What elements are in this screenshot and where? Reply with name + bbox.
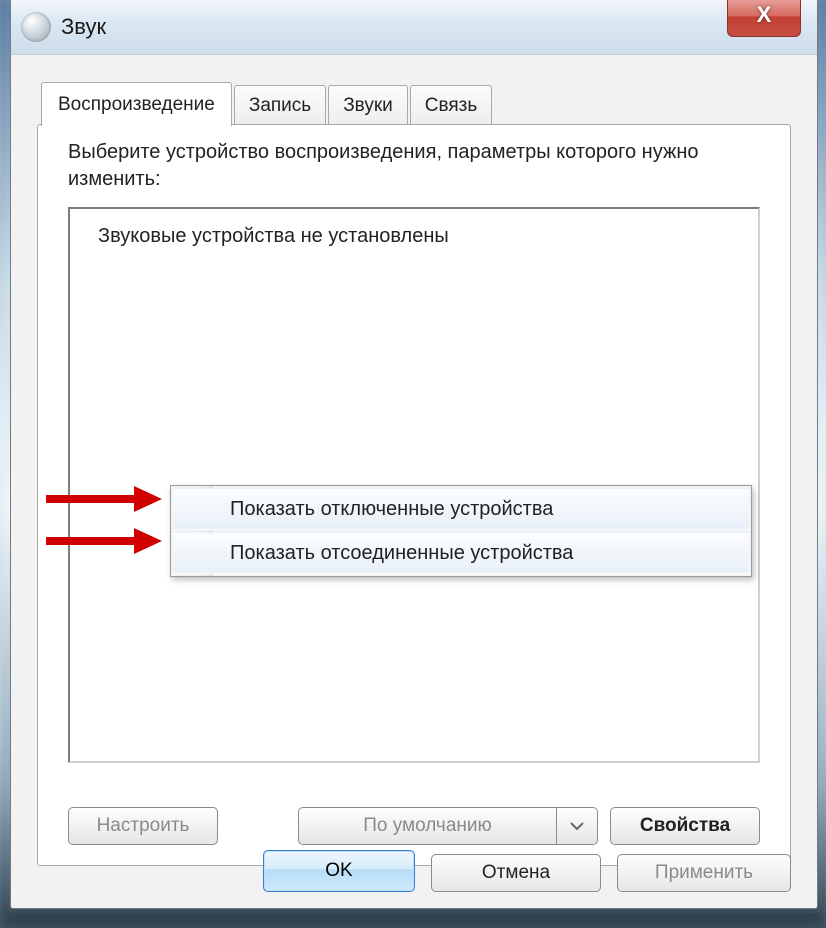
chevron-down-icon bbox=[570, 821, 584, 831]
ok-button[interactable]: OK bbox=[263, 850, 415, 892]
tab-communications[interactable]: Связь bbox=[410, 85, 493, 126]
annotation-arrow-1 bbox=[42, 484, 162, 514]
speaker-icon bbox=[21, 12, 51, 42]
tab-sounds[interactable]: Звуки bbox=[328, 85, 408, 126]
window-title: Звук bbox=[61, 14, 106, 40]
instruction-text: Выберите устройство воспроизведения, пар… bbox=[68, 139, 760, 193]
annotation-arrow-2 bbox=[42, 526, 162, 556]
menu-show-disabled[interactable]: Показать отключенные устройства bbox=[173, 488, 749, 530]
title-bar[interactable]: Звук X bbox=[11, 0, 817, 55]
tab-playback[interactable]: Воспроизведение bbox=[41, 82, 232, 126]
device-list[interactable]: Звуковые устройства не установлены Показ… bbox=[68, 207, 760, 763]
sound-dialog: Звук X Воспроизведение Запись Звуки Связ… bbox=[10, 0, 818, 909]
no-devices-text: Звуковые устройства не установлены bbox=[98, 225, 449, 248]
apply-button[interactable]: Применить bbox=[617, 854, 791, 892]
tab-strip: Воспроизведение Запись Звуки Связь bbox=[41, 82, 494, 126]
context-menu: Показать отключенные устройства Показать… bbox=[170, 485, 752, 577]
dialog-button-row: OK Отмена Применить bbox=[11, 838, 817, 908]
tab-recording[interactable]: Запись bbox=[234, 85, 326, 126]
cancel-button[interactable]: Отмена bbox=[431, 854, 601, 892]
menu-show-disconnected[interactable]: Показать отсоединенные устройства bbox=[173, 532, 749, 574]
close-button[interactable]: X bbox=[727, 0, 801, 37]
